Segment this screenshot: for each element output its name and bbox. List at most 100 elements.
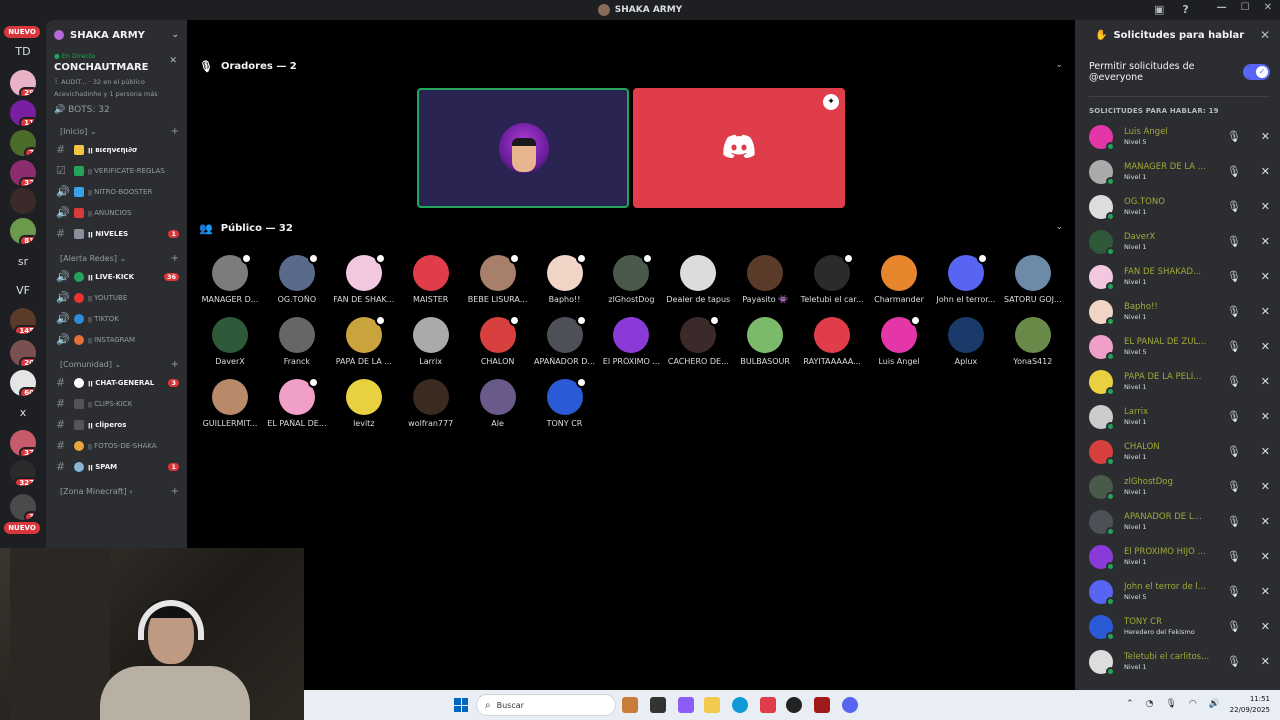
invite-to-speak-icon[interactable]: 🎙	[1227, 655, 1241, 668]
invite-to-speak-icon[interactable]: 🎙	[1227, 620, 1241, 633]
channel-bots[interactable]: 🔊 BOTS: 32	[54, 105, 179, 115]
request-item[interactable]: John el terror de l... Nivel 5 🎙 ✕	[1075, 574, 1280, 609]
dismiss-icon[interactable]: ✕	[1261, 550, 1270, 563]
invite-to-speak-icon[interactable]: 🎙	[1227, 270, 1241, 283]
obs-icon[interactable]	[786, 697, 802, 713]
server-header[interactable]: SHAKA ARMY ⌄	[46, 20, 187, 50]
invite-to-speak-icon[interactable]: 🎙	[1227, 305, 1241, 318]
close-icon[interactable]: ✕	[169, 56, 177, 66]
audience-member[interactable]: GUILLERMIT...	[197, 379, 263, 428]
chevron-down-icon[interactable]: ⌄	[1055, 60, 1063, 70]
discord-icon[interactable]	[842, 697, 858, 713]
audience-member[interactable]: wolfran777	[398, 379, 464, 428]
request-item[interactable]: DaverX Nivel 1 🎙 ✕	[1075, 224, 1280, 259]
audience-member[interactable]: Dealer de tapus	[665, 255, 731, 304]
audience-member[interactable]: Luis Angel	[866, 315, 932, 366]
dismiss-icon[interactable]: ✕	[1261, 130, 1270, 143]
request-item[interactable]: El PRÓXIMO HIJO ... Nivel 1 🎙 ✕	[1075, 539, 1280, 574]
close-icon[interactable]: ✕	[1260, 28, 1270, 42]
invite-to-speak-icon[interactable]: 🎙	[1227, 235, 1241, 248]
audience-member[interactable]: APAÑADOR D...	[532, 315, 598, 366]
server-icon[interactable]: 32	[10, 160, 36, 186]
channel-chat-general[interactable]: # ꞁꞁ CHAT-GENERAL 3	[46, 372, 187, 393]
server-icon[interactable]: 29	[10, 70, 36, 96]
audience-member[interactable]: levitz	[331, 379, 397, 428]
request-item[interactable]: EL PAÑAL DE ZUL... Nivel 5 🎙 ✕	[1075, 329, 1280, 364]
dismiss-icon[interactable]: ✕	[1261, 655, 1270, 668]
audience-member[interactable]: Ale	[465, 379, 531, 428]
close-window-icon[interactable]: ✕	[1264, 2, 1272, 13]
request-item[interactable]: Luis Angel Nivel 5 🎙 ✕	[1075, 119, 1280, 154]
channel-clips-kick[interactable]: # ꞁꞁ CLIPS-KICK	[46, 393, 187, 414]
maximize-icon[interactable]: ☐	[1241, 2, 1250, 13]
dismiss-icon[interactable]: ✕	[1261, 585, 1270, 598]
clock[interactable]: 11:51 22/09/2025	[1230, 694, 1270, 716]
server-icon[interactable]: 81	[10, 218, 36, 244]
dismiss-icon[interactable]: ✕	[1261, 410, 1270, 423]
category-zona-minecraft[interactable]: [Zona Minecraft] › +	[46, 483, 187, 499]
invite-to-speak-icon[interactable]: 🎙	[1227, 585, 1241, 598]
audience-member[interactable]: FAN DE SHAK...	[331, 253, 397, 304]
folder-vf[interactable]: VF	[8, 284, 38, 297]
audience-member[interactable]: BEBE LISURA...	[465, 253, 531, 304]
audience-member[interactable]: TONY CR	[532, 377, 598, 428]
dismiss-icon[interactable]: ✕	[1261, 445, 1270, 458]
audience-member[interactable]: El PRÓXIMO ...	[598, 317, 664, 366]
request-item[interactable]: PAPÁ DE LA PELI... Nivel 1 🎙 ✕	[1075, 364, 1280, 399]
taskbar-search[interactable]: ⌕ Buscar	[476, 694, 616, 716]
volume-icon[interactable]: 🔊	[1209, 699, 1220, 709]
live-stage-card[interactable]: ● En Directo CONCHAUTMARE ✕ ꒰ AUDIT... ·…	[46, 50, 187, 117]
audience-member[interactable]: Payasito 👾	[732, 255, 798, 304]
category-comunidad[interactable]: [Comunidad] ⌄ +	[46, 356, 187, 372]
request-item[interactable]: FAN DE SHAKAD... Nivel 1 🎙 ✕	[1075, 259, 1280, 294]
help-icon[interactable]: ?	[1182, 3, 1188, 16]
channel-nitro[interactable]: 🔊 ꞁꞁ NITRO-BOOSTER	[46, 181, 187, 202]
server-icon[interactable]: 145	[10, 308, 36, 334]
channel-live-kick[interactable]: 🔊 ꞁꞁ LIVE-KICK 36	[46, 266, 187, 287]
dismiss-icon[interactable]: ✕	[1261, 305, 1270, 318]
channel-instagram[interactable]: 🔊 ꞁꞁ INSTAGRAM	[46, 329, 187, 350]
inbox-icon[interactable]: ▣	[1154, 3, 1164, 16]
audience-member[interactable]: Franck	[264, 317, 330, 366]
app-icon[interactable]	[622, 697, 638, 713]
audience-member[interactable]: Aplux	[933, 317, 999, 366]
request-item[interactable]: zlGhostDog Nivel 1 🎙 ✕	[1075, 469, 1280, 504]
app-icon[interactable]	[760, 697, 776, 713]
request-item[interactable]: TONY CR Heredero del Fekismo 🎙 ✕	[1075, 609, 1280, 644]
channel-niveles[interactable]: # ꞁꞁ NIVELES 1	[46, 223, 187, 244]
server-icon[interactable]	[10, 188, 36, 214]
folder-sr[interactable]: sr	[8, 255, 38, 268]
plus-icon[interactable]: +	[171, 486, 179, 497]
dismiss-icon[interactable]: ✕	[1261, 200, 1270, 213]
category-inicio[interactable]: [Inicio] ⌄ +	[46, 123, 187, 139]
audience-member[interactable]: John el terror...	[933, 253, 999, 304]
permit-toggle[interactable]	[1243, 64, 1270, 80]
request-item[interactable]: Larrix Nivel 1 🎙 ✕	[1075, 399, 1280, 434]
audience-member[interactable]: Bapho!!	[532, 253, 598, 304]
chevron-up-icon[interactable]: ⌃	[1126, 699, 1134, 709]
dismiss-icon[interactable]: ✕	[1261, 620, 1270, 633]
file-explorer-icon[interactable]	[704, 697, 720, 713]
request-item[interactable]: CHALON Nivel 1 🎙 ✕	[1075, 434, 1280, 469]
dismiss-icon[interactable]: ✕	[1261, 480, 1270, 493]
server-icon[interactable]: 37	[10, 430, 36, 456]
audience-member[interactable]: CACHERO DE...	[665, 315, 731, 366]
audience-member[interactable]: RAYITAAAAA...	[799, 317, 865, 366]
minimize-icon[interactable]: —	[1217, 2, 1227, 13]
plus-icon[interactable]: +	[171, 126, 179, 137]
dota-icon[interactable]	[814, 697, 830, 713]
invite-to-speak-icon[interactable]: 🎙	[1227, 410, 1241, 423]
audience-header[interactable]: 👥 Público — 32	[199, 222, 293, 235]
invite-to-speak-icon[interactable]: 🎙	[1227, 550, 1241, 563]
category-alerta-redes[interactable]: [Alerta Redes] ⌄ +	[46, 250, 187, 266]
folder-td[interactable]: TD	[8, 45, 38, 58]
channel-fotos[interactable]: # ꞁꞁ FOTOS-DE-SHAKA	[46, 435, 187, 456]
invite-to-speak-icon[interactable]: 🎙	[1227, 130, 1241, 143]
dismiss-icon[interactable]: ✕	[1261, 375, 1270, 388]
dismiss-icon[interactable]: ✕	[1261, 235, 1270, 248]
edge-icon[interactable]	[732, 697, 748, 713]
invite-to-speak-icon[interactable]: 🎙	[1227, 445, 1241, 458]
dismiss-icon[interactable]: ✕	[1261, 270, 1270, 283]
chevron-down-icon[interactable]: ⌄	[171, 30, 179, 40]
server-icon[interactable]: 60	[10, 370, 36, 396]
